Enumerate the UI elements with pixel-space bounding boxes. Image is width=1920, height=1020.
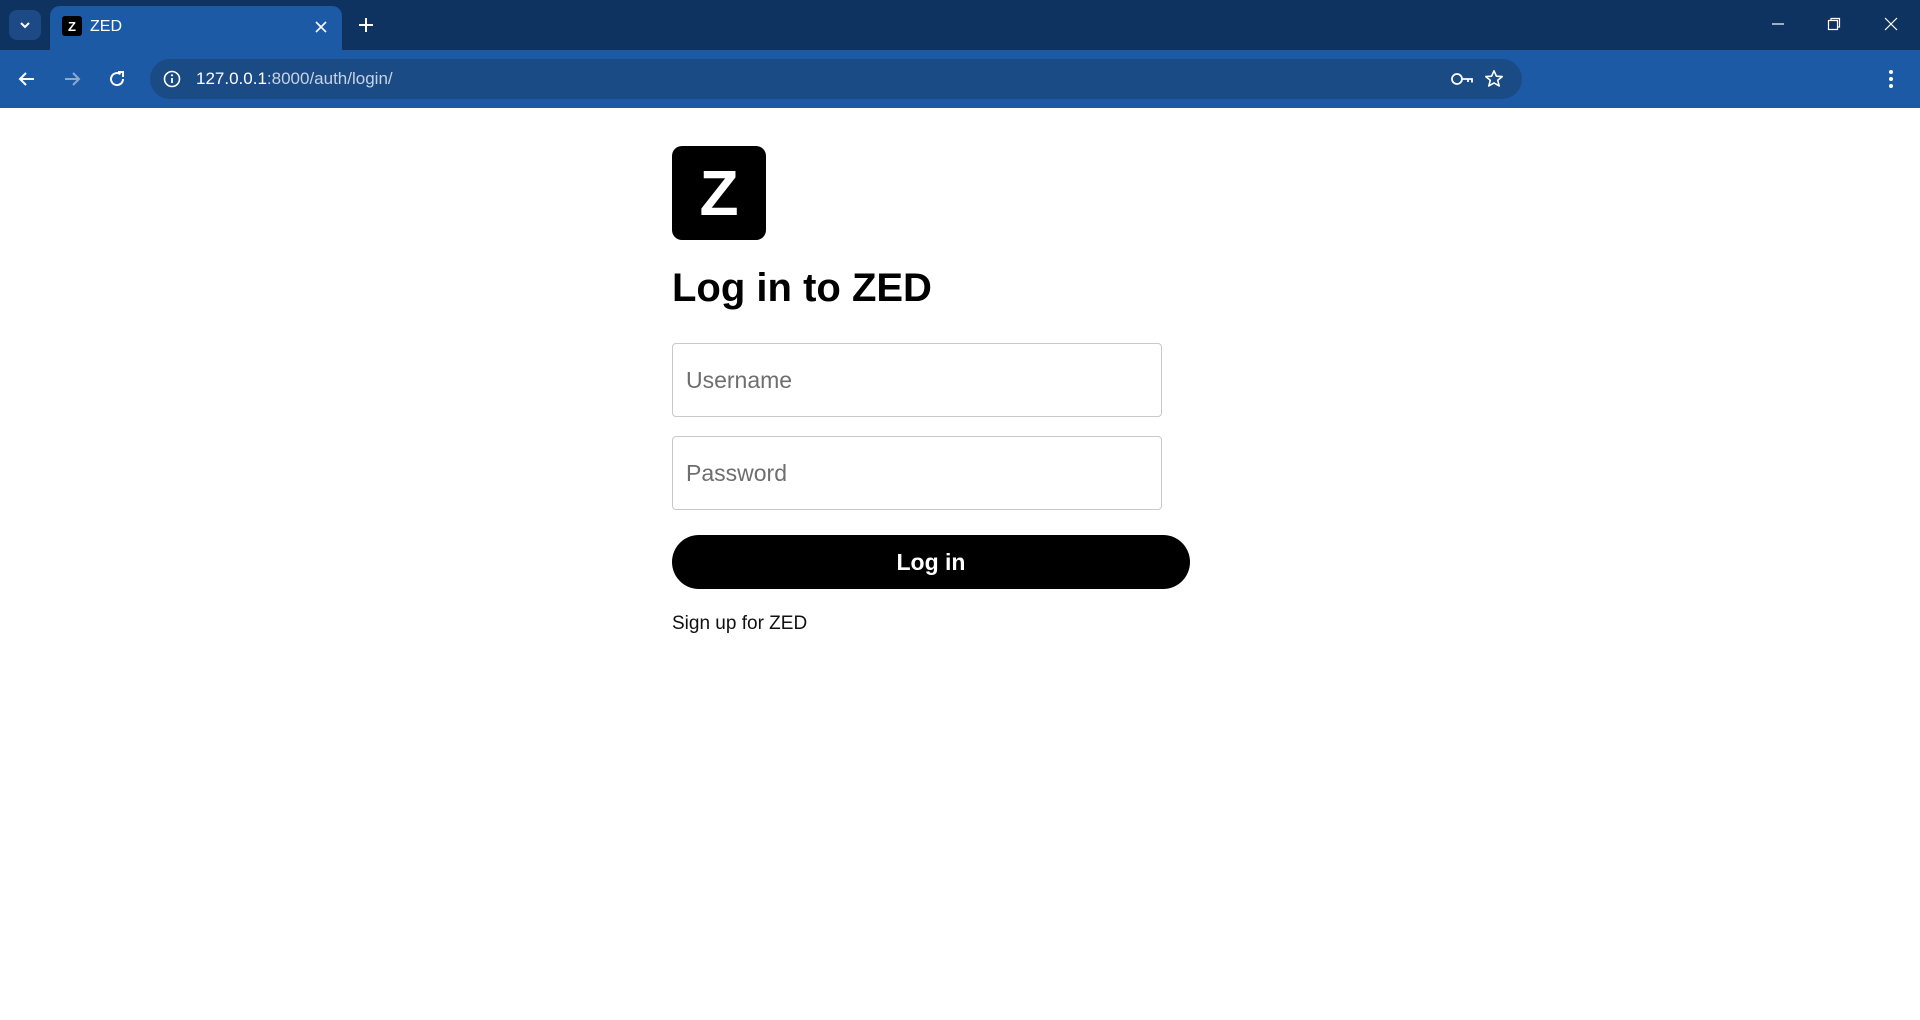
- chevron-down-icon: [20, 22, 30, 29]
- restore-button[interactable]: [1814, 8, 1854, 40]
- close-icon: [315, 21, 327, 33]
- reload-button[interactable]: [100, 62, 134, 96]
- zed-logo: Z: [672, 146, 766, 240]
- info-icon: [163, 70, 181, 88]
- signup-link[interactable]: Sign up for ZED: [672, 613, 807, 635]
- back-button[interactable]: [10, 62, 44, 96]
- address-url[interactable]: 127.0.0.1:8000/auth/login/: [196, 69, 393, 89]
- restore-icon: [1827, 17, 1841, 31]
- browser-menu-button[interactable]: [1874, 62, 1908, 96]
- address-bar[interactable]: 127.0.0.1:8000/auth/login/: [150, 59, 1522, 99]
- logo-letter: Z: [699, 157, 739, 229]
- password-manager-button[interactable]: [1450, 67, 1474, 91]
- password-input[interactable]: [672, 436, 1162, 510]
- star-icon: [1485, 70, 1503, 87]
- kebab-menu-icon: [1889, 70, 1893, 88]
- page-title: Log in to ZED: [672, 266, 932, 310]
- new-tab-button[interactable]: [352, 11, 380, 39]
- plus-icon: [359, 18, 373, 32]
- key-icon: [1451, 73, 1473, 85]
- close-icon: [1884, 17, 1898, 31]
- forward-button[interactable]: [55, 62, 89, 96]
- reload-icon: [110, 71, 125, 87]
- arrow-left-icon: [18, 72, 34, 86]
- login-button[interactable]: Log in: [672, 535, 1190, 589]
- browser-tab-bar: Z ZED: [0, 0, 1920, 50]
- minimize-button[interactable]: [1758, 8, 1798, 40]
- browser-toolbar: 127.0.0.1:8000/auth/login/: [0, 50, 1920, 108]
- tab-title: ZED: [90, 18, 122, 35]
- bookmark-button[interactable]: [1482, 67, 1506, 91]
- url-host: 127.0.0.1: [196, 69, 267, 88]
- arrow-right-icon: [65, 72, 81, 86]
- username-input[interactable]: [672, 343, 1162, 417]
- site-info-button[interactable]: [160, 67, 184, 91]
- tab-close-button[interactable]: [312, 18, 330, 36]
- tab-favicon: Z: [62, 16, 82, 36]
- browser-tab-active[interactable]: Z ZED: [50, 6, 342, 50]
- close-window-button[interactable]: [1871, 8, 1911, 40]
- login-page: Z Log in to ZED Log in Sign up for ZED: [0, 108, 1920, 1020]
- url-path: :8000/auth/login/: [266, 69, 393, 88]
- minimize-icon: [1772, 23, 1784, 25]
- tab-search-button[interactable]: [9, 10, 41, 40]
